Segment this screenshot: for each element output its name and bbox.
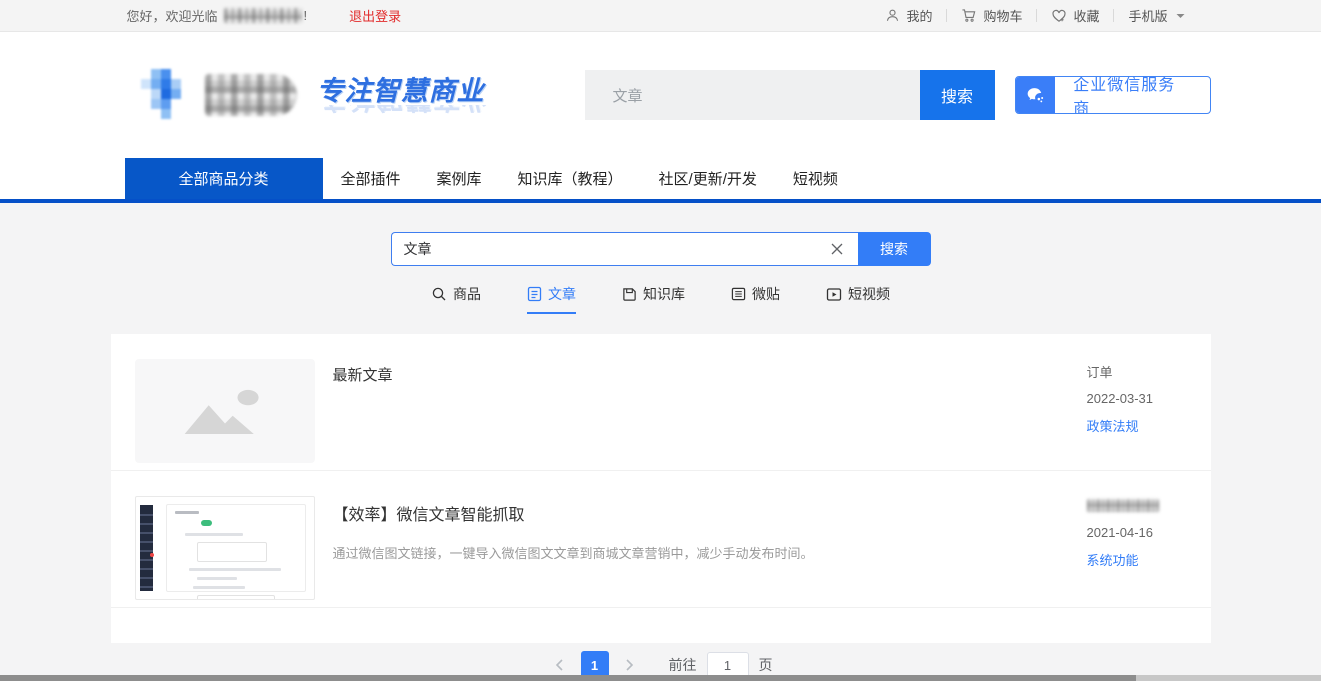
my-account-label: 我的 xyxy=(906,6,932,25)
wecom-service-button[interactable]: 企业微信服务商 xyxy=(1015,76,1211,114)
my-account-link[interactable]: 我的 xyxy=(871,6,946,25)
logout-link[interactable]: 退出登录 xyxy=(349,6,401,25)
page-unit-label: 页 xyxy=(759,655,773,675)
result-meta: 2021-04-16 系统功能 xyxy=(1087,496,1187,600)
wecom-service-label: 企业微信服务商 xyxy=(1055,76,1209,114)
main-nav: 全部商品分类 全部插件 案例库 知识库（教程） 社区/更新/开发 短视频 xyxy=(0,158,1321,203)
result-meta: 订单 2022-03-31 政策法规 xyxy=(1087,359,1187,463)
cart-link[interactable]: 购物车 xyxy=(947,6,1036,25)
result-search-box: 搜索 xyxy=(391,232,931,266)
header-search: 搜索 xyxy=(585,70,995,120)
tab-shortvideo[interactable]: 短视频 xyxy=(826,284,890,314)
nav-item-plugins[interactable]: 全部插件 xyxy=(323,158,419,199)
result-category-link[interactable]: 系统功能 xyxy=(1087,550,1187,569)
result-source: 订单 xyxy=(1087,362,1187,381)
user-icon xyxy=(885,8,900,23)
video-icon xyxy=(826,287,842,302)
result-description: 通过微信图文链接，一键导入微信图文文章到商城文章营销中，减少手动发布时间。 xyxy=(333,544,1067,564)
site-logo[interactable]: 专注智慧商业 专注智慧商业 xyxy=(141,69,487,122)
tab-products[interactable]: 商品 xyxy=(431,284,481,314)
result-author-blurred xyxy=(1087,499,1159,512)
header-search-input[interactable] xyxy=(585,70,920,120)
slogan: 专注智慧商业 专注智慧商业 xyxy=(317,69,487,121)
tab-posts[interactable]: 微贴 xyxy=(731,284,780,314)
results-list: 最新文章 订单 2022-03-31 政策法规 xyxy=(111,334,1211,643)
mobile-version-label: 手机版 xyxy=(1128,6,1167,25)
result-row-latest-articles[interactable]: 最新文章 订单 2022-03-31 政策法规 xyxy=(111,334,1211,471)
nav-item-cases[interactable]: 案例库 xyxy=(419,158,500,199)
favorites-label: 收藏 xyxy=(1073,6,1099,25)
result-category-link[interactable]: 政策法规 xyxy=(1087,416,1187,435)
site-header: 专注智慧商业 专注智慧商业 搜索 企业微信服务商 xyxy=(0,32,1321,158)
result-title[interactable]: 最新文章 xyxy=(333,364,1067,385)
nav-item-all-categories[interactable]: 全部商品分类 xyxy=(125,158,323,199)
tab-knowledge[interactable]: 知识库 xyxy=(622,284,685,314)
tab-products-label: 商品 xyxy=(453,284,481,304)
result-search-button[interactable]: 搜索 xyxy=(858,232,931,266)
mobile-version-link[interactable]: 手机版 xyxy=(1114,6,1198,25)
card-bottom-spacer xyxy=(111,608,1211,643)
result-tabs: 商品 文章 知识库 微贴 短视频 xyxy=(0,284,1321,314)
result-date: 2021-04-16 xyxy=(1087,525,1187,540)
result-row-wechat-article-grab[interactable]: 【效率】微信文章智能抓取 通过微信图文链接，一键导入微信图文文章到商城文章营销中… xyxy=(111,471,1211,608)
nav-item-shortvideo[interactable]: 短视频 xyxy=(775,158,856,199)
thumb-admin-toggle xyxy=(201,520,212,526)
thumb-admin-sidebar xyxy=(136,497,157,599)
chevron-down-icon xyxy=(1176,13,1185,19)
topbar-links: 我的 购物车 收藏 手机版 xyxy=(871,6,1210,25)
clear-icon[interactable] xyxy=(828,240,846,258)
nav-item-knowledge[interactable]: 知识库（教程） xyxy=(500,158,641,199)
search-icon xyxy=(431,286,447,302)
horizontal-scrollbar-thumb[interactable] xyxy=(0,675,1136,681)
tab-articles[interactable]: 文章 xyxy=(527,284,576,314)
article-icon xyxy=(527,286,542,302)
thumb-admin-panel xyxy=(166,504,306,592)
topbar: 您好，欢迎光临 ! 退出登录 我的 购物车 xyxy=(0,0,1321,32)
tab-shortvideo-label: 短视频 xyxy=(848,284,890,304)
result-title[interactable]: 【效率】微信文章智能抓取 xyxy=(333,501,1067,525)
save-icon xyxy=(622,286,637,302)
tab-posts-label: 微贴 xyxy=(752,284,780,304)
image-placeholder-icon xyxy=(135,359,315,463)
notes-icon xyxy=(731,286,746,302)
horizontal-scrollbar[interactable] xyxy=(0,675,1321,681)
result-date: 2022-03-31 xyxy=(1087,391,1187,406)
logo-text-blurred xyxy=(205,74,297,116)
cart-label: 购物车 xyxy=(983,6,1022,25)
nav-item-community[interactable]: 社区/更新/开发 xyxy=(641,158,775,199)
thumb-admin-badge xyxy=(150,553,154,557)
logo-mark-blurred xyxy=(141,69,191,122)
goto-page-label: 前往 xyxy=(669,655,697,675)
result-thumbnail-screenshot xyxy=(135,496,315,600)
header-search-button[interactable]: 搜索 xyxy=(920,70,995,120)
content-area: 搜索 商品 文章 知识库 微贴 xyxy=(0,203,1321,681)
cart-icon xyxy=(961,8,977,23)
result-search-input[interactable] xyxy=(404,241,828,257)
tab-articles-label: 文章 xyxy=(548,284,576,304)
greeting-prefix: 您好，欢迎光临 xyxy=(127,6,218,25)
wecom-chat-icon xyxy=(1016,76,1056,114)
username-blurred xyxy=(224,8,302,23)
result-search-field xyxy=(391,232,858,266)
greeting: 您好，欢迎光临 ! xyxy=(111,6,308,25)
greeting-suffix: ! xyxy=(304,8,308,23)
tab-knowledge-label: 知识库 xyxy=(643,284,685,304)
favorites-link[interactable]: 收藏 xyxy=(1037,6,1113,25)
heart-icon xyxy=(1051,8,1067,23)
